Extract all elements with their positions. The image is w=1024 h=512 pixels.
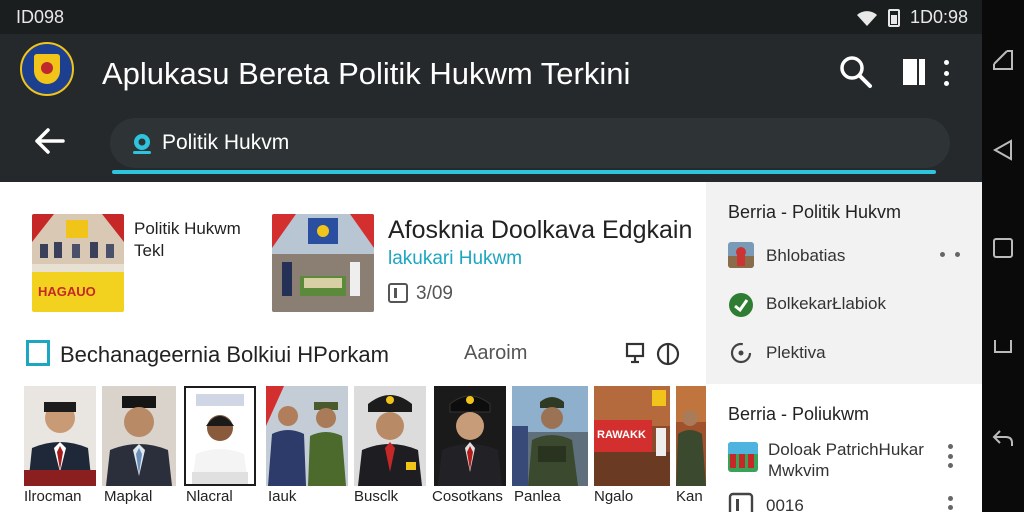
home-square-icon[interactable] bbox=[991, 236, 1015, 260]
side-card-1-title: Berria - Politik Hukvm bbox=[728, 202, 902, 222]
side-card-2-item-title[interactable]: Doloak PatrichHukar bbox=[768, 440, 924, 460]
person-name-6[interactable]: Cosotkans bbox=[432, 488, 503, 505]
person-card-9[interactable] bbox=[676, 386, 706, 486]
side-card-2-thumbnail bbox=[728, 442, 758, 472]
search-input[interactable]: Politik Hukvm bbox=[162, 131, 289, 155]
app-title: Aplukasu Bereta Politik Hukwm Terkini bbox=[102, 56, 631, 91]
side-card-2-more-icon[interactable] bbox=[948, 444, 954, 468]
side-item-label-3[interactable]: Plektiva bbox=[766, 343, 826, 363]
status-time: 1D0:98 bbox=[909, 7, 968, 27]
person-name-4[interactable]: Iauk bbox=[268, 488, 296, 505]
news-thumbnail-1-text: HAGAUO bbox=[38, 284, 96, 299]
side-card-2-more-icon-2[interactable] bbox=[948, 496, 954, 510]
status-left-text: ID098 bbox=[16, 7, 65, 27]
compass-icon[interactable] bbox=[656, 342, 680, 366]
news-title-1[interactable]: Politik Hukwm Tekl bbox=[134, 218, 264, 262]
person-card-5[interactable] bbox=[354, 386, 426, 486]
system-nav-bar bbox=[982, 0, 1024, 512]
refresh-icon bbox=[730, 342, 752, 364]
person-card-4[interactable] bbox=[266, 386, 348, 486]
calendar-icon bbox=[728, 492, 754, 512]
person-card-7[interactable] bbox=[512, 386, 588, 486]
news-thumbnail-1[interactable]: HAGAUO bbox=[32, 214, 124, 312]
bookmark-icon[interactable] bbox=[902, 58, 926, 86]
side-card-2-item-title-2[interactable]: Mwkvim bbox=[768, 461, 829, 481]
undo-arrow-icon[interactable] bbox=[991, 426, 1015, 450]
side-item-more-icon[interactable] bbox=[940, 252, 960, 260]
side-card-1: Berria - Politik Hukvm Bhlobatias Bolkek… bbox=[706, 182, 982, 384]
status-bar: ID098 1D0:98 bbox=[0, 0, 982, 34]
section-title: Bechanageernia Bolkiui HPorkam bbox=[60, 342, 389, 367]
back-triangle-icon[interactable] bbox=[991, 138, 1015, 162]
app-logo bbox=[20, 42, 74, 96]
section-extra-label[interactable]: Aaroim bbox=[464, 342, 527, 365]
section-marker-icon bbox=[26, 340, 50, 366]
person-card-1[interactable] bbox=[24, 386, 96, 486]
person-name-7[interactable]: Panlea bbox=[514, 488, 561, 505]
overview-icon[interactable] bbox=[991, 334, 1015, 358]
search-bar[interactable]: Politik Hukvm bbox=[110, 118, 950, 168]
news-title-2[interactable]: Afosknia Doolkava Edgkain bbox=[388, 216, 692, 245]
person-card-3[interactable] bbox=[184, 386, 256, 486]
more-options-icon[interactable] bbox=[938, 56, 954, 90]
side-card-2-date: 0016 bbox=[766, 496, 804, 512]
side-card-2-title: Berria - Poliukwm bbox=[728, 404, 870, 424]
side-item-label-2[interactable]: BolkekarŁlabiok bbox=[766, 294, 886, 314]
person-name-2[interactable]: Mapkal bbox=[104, 488, 152, 505]
battery-icon bbox=[887, 8, 900, 27]
person-card-8[interactable]: RAWAKK bbox=[594, 386, 670, 486]
recents-icon[interactable] bbox=[991, 48, 1015, 72]
person-card-6[interactable] bbox=[434, 386, 506, 486]
check-circle-icon bbox=[729, 293, 753, 317]
app-bar: Aplukasu Bereta Politik Hukwm Terkini Po… bbox=[0, 34, 982, 182]
side-item-thumbnail-1 bbox=[728, 242, 754, 268]
side-item-label-1[interactable]: Bhlobatias bbox=[766, 246, 845, 266]
wifi-icon bbox=[856, 10, 877, 26]
person-name-9[interactable]: Kan bbox=[676, 488, 703, 505]
person-name-8[interactable]: Ngalo bbox=[594, 488, 633, 505]
search-icon[interactable] bbox=[838, 54, 874, 90]
news-subtitle-2[interactable]: lakukari Hukwm bbox=[388, 248, 522, 270]
search-underline bbox=[112, 170, 936, 174]
person-name-5[interactable]: Busclk bbox=[354, 488, 398, 505]
person-name-1[interactable]: Ilrocman bbox=[24, 488, 82, 505]
calendar-icon bbox=[388, 283, 408, 303]
side-panel: Berria - Politik Hukvm Bhlobatias Bolkek… bbox=[706, 182, 982, 512]
person-name-3[interactable]: Nlacral bbox=[186, 488, 233, 505]
main-content: HAGAUO Politik Hukwm Tekl Afosknia Doolk… bbox=[0, 182, 706, 512]
share-icon[interactable] bbox=[624, 342, 646, 364]
side-card-2: Berria - Poliukwm Doloak PatrichHukar Mw… bbox=[706, 384, 982, 512]
back-arrow-icon[interactable] bbox=[32, 126, 66, 156]
location-pin-icon bbox=[133, 134, 151, 154]
news-thumbnail-2[interactable] bbox=[272, 214, 374, 312]
news-date-2: 3/09 bbox=[416, 283, 453, 304]
person-card-8-text: RAWAKK bbox=[597, 429, 646, 441]
person-card-2[interactable] bbox=[102, 386, 176, 486]
